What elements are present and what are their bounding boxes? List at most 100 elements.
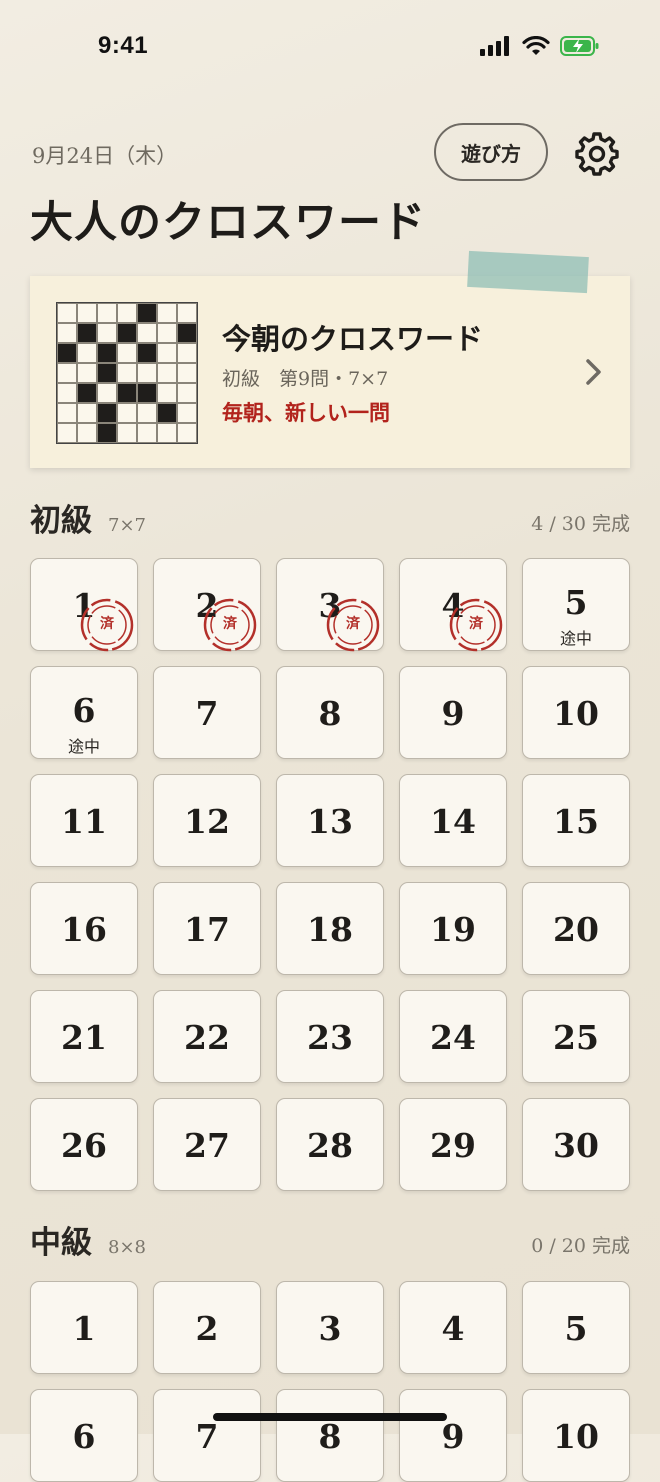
mini-cell-black [137, 383, 157, 403]
level-number: 29 [430, 1126, 476, 1165]
completed-stamp-icon: 済 [202, 597, 258, 653]
level-number: 2 [195, 1309, 219, 1348]
level-tile[interactable]: 7 [153, 1389, 261, 1482]
level-number: 30 [553, 1126, 599, 1165]
mini-cell-black [137, 303, 157, 323]
level-number: 15 [553, 802, 599, 841]
status-icons [480, 36, 600, 56]
gear-icon[interactable] [575, 132, 619, 176]
level-number: 14 [430, 802, 476, 841]
level-tile[interactable]: 3 [276, 1281, 384, 1374]
mini-cell-white [137, 323, 157, 343]
mini-cell-white [77, 363, 97, 383]
mini-cell-white [157, 303, 177, 323]
level-tile[interactable]: 23 [276, 990, 384, 1083]
level-tile[interactable]: 19 [399, 882, 507, 975]
level-tile[interactable]: 20 [522, 882, 630, 975]
level-tile[interactable]: 11 [30, 774, 138, 867]
completed-stamp-icon: 済 [448, 597, 504, 653]
level-number: 20 [553, 910, 599, 949]
level-tile[interactable]: 8 [276, 1389, 384, 1482]
mini-cell-black [157, 403, 177, 423]
level-number: 11 [61, 802, 107, 841]
level-tile[interactable]: 24 [399, 990, 507, 1083]
level-tile[interactable]: 26 [30, 1098, 138, 1191]
mini-cell-black [117, 323, 137, 343]
section-name: 中級 [30, 1225, 92, 1261]
level-tile[interactable]: 6 [30, 1389, 138, 1482]
level-tile[interactable]: 18 [276, 882, 384, 975]
level-tile[interactable]: 10 [522, 666, 630, 759]
mini-cell-black [97, 363, 117, 383]
level-tile[interactable]: 4済 [399, 558, 507, 653]
level-tile[interactable]: 13 [276, 774, 384, 867]
in-progress-label: 途中 [559, 629, 592, 648]
level-tile[interactable]: 25 [522, 990, 630, 1083]
level-tile[interactable]: 3済 [276, 558, 384, 652]
mini-cell-black [177, 323, 197, 343]
level-tile[interactable]: 5 途中 [522, 558, 630, 651]
mini-cell-black [97, 403, 117, 423]
mini-cell-white [177, 363, 197, 383]
mini-cell-white [137, 403, 157, 423]
level-number: 6 [72, 1417, 96, 1456]
level-tile[interactable]: 2済 [153, 558, 261, 653]
level-tile[interactable]: 28 [276, 1098, 384, 1191]
level-number: 8 [318, 694, 342, 733]
date-label: 9月24日（木） [32, 144, 178, 168]
level-tile[interactable]: 9 [399, 666, 507, 759]
mini-cell-white [157, 363, 177, 383]
wifi-icon [522, 36, 550, 55]
level-number: 10 [553, 1417, 599, 1456]
level-number: 5 [564, 583, 588, 622]
level-tile[interactable]: 29 [399, 1098, 507, 1191]
level-tile[interactable]: 1 [30, 1281, 138, 1374]
level-tile[interactable]: 30 [522, 1098, 630, 1191]
level-tile[interactable]: 5 [522, 1281, 630, 1374]
level-number: 16 [61, 910, 107, 949]
level-number: 9 [441, 1417, 465, 1456]
level-tile[interactable]: 8 [276, 666, 384, 759]
level-tile[interactable]: 21 [30, 990, 138, 1083]
level-number: 9 [441, 694, 465, 733]
mini-cell-black [137, 343, 157, 363]
mini-cell-white [57, 303, 77, 323]
section-header-beginner: 初級 7×7 4 / 30 完成 [30, 502, 630, 546]
level-tile[interactable]: 22 [153, 990, 261, 1083]
level-tile[interactable]: 1済 [30, 558, 138, 653]
level-tile[interactable]: 7 [153, 666, 261, 759]
level-number: 26 [61, 1126, 107, 1165]
level-tile[interactable]: 2 [153, 1281, 261, 1374]
mini-cell-white [177, 303, 197, 323]
level-number: 17 [184, 910, 230, 949]
battery-charging-icon [560, 36, 599, 56]
level-tile[interactable]: 12 [153, 774, 261, 867]
level-tile[interactable]: 15 [522, 774, 630, 867]
mini-cell-white [57, 323, 77, 343]
level-tile[interactable]: 16 [30, 882, 138, 975]
level-tile[interactable]: 14 [399, 774, 507, 867]
mini-cell-white [117, 423, 137, 443]
level-tile[interactable]: 9 [399, 1389, 507, 1482]
level-number: 28 [307, 1126, 353, 1165]
level-number: 23 [307, 1018, 353, 1057]
level-tile[interactable]: 6 途中 [30, 666, 138, 759]
level-tile[interactable]: 4 [399, 1281, 507, 1374]
level-number: 19 [430, 910, 476, 949]
stamp-label: 済 [100, 616, 114, 632]
mini-cell-white [137, 363, 157, 383]
mini-cell-white [77, 403, 97, 423]
level-grid-beginner: 1 済 2 済 3 済 4 済 5 途中 6 途中 7 8 9 10 11 12 13 14 15 16 17 18 19 20 2… [30, 558, 630, 1191]
level-number: 12 [184, 802, 230, 841]
level-number: 10 [553, 694, 599, 733]
level-tile[interactable]: 10 [522, 1389, 630, 1482]
mini-cell-white [97, 383, 117, 403]
how-to-play-button[interactable]: 遊び方 [434, 123, 548, 181]
level-number: 8 [318, 1417, 342, 1456]
daily-puzzle-card[interactable]: 今朝のクロスワード 初級 第9問・7×7 毎朝、新しい一問 [30, 276, 630, 468]
level-tile[interactable]: 17 [153, 882, 261, 975]
section-size: 7×7 [108, 515, 146, 536]
completed-stamp-icon: 済 [79, 597, 135, 653]
level-grid-intermediate: 1 2 3 4 5 6 7 8 9 10 [30, 1281, 630, 1482]
level-tile[interactable]: 27 [153, 1098, 261, 1191]
